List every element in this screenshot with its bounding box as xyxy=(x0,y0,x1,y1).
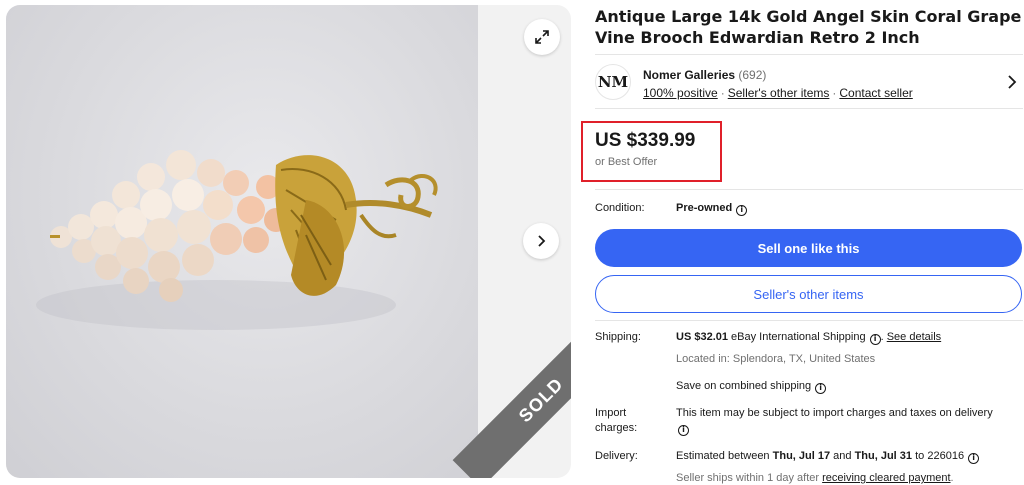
product-photo[interactable] xyxy=(6,5,478,478)
divider xyxy=(595,189,1023,190)
listing-title: Antique Large 14k Gold Angel Skin Coral … xyxy=(595,7,1022,47)
brooch-illustration xyxy=(36,150,438,330)
cleared-payment-link[interactable]: receiving cleared payment xyxy=(822,472,950,484)
seller-logo: NM xyxy=(595,64,631,100)
next-image-button[interactable] xyxy=(523,223,559,259)
chevron-right-icon xyxy=(538,235,546,247)
sell-one-like-this-button[interactable]: Sell one like this xyxy=(595,229,1022,267)
shipping-label: Shipping: xyxy=(595,331,641,343)
image-gallery: SOLD xyxy=(6,5,571,478)
condition-value: Pre-owned xyxy=(676,202,733,214)
contact-seller-link[interactable]: Contact seller xyxy=(839,86,912,100)
import-label: Import charges: xyxy=(595,407,638,434)
price: US $339.99 xyxy=(595,130,696,151)
svg-text:NM: NM xyxy=(598,73,628,91)
info-icon[interactable]: i xyxy=(678,424,689,436)
info-icon[interactable]: i xyxy=(968,452,980,464)
sellers-other-items-button[interactable]: Seller's other items xyxy=(595,275,1022,313)
info-icon[interactable]: i xyxy=(736,204,748,216)
delivery-estimate: Estimated between Thu, Jul 17 and Thu, J… xyxy=(676,449,980,464)
combined-shipping-text: Save on combined shipping xyxy=(676,380,812,392)
seller-other-items-link[interactable]: Seller's other items xyxy=(728,86,830,100)
listing-info: Antique Large 14k Gold Angel Skin Coral … xyxy=(595,6,1023,48)
seller-feedback-count: (692) xyxy=(738,68,767,82)
seller-card[interactable]: NM Nomer Galleries (692) 100% positive · S… xyxy=(595,55,1023,107)
import-text: This item may be subject to import charg… xyxy=(676,407,993,419)
info-icon[interactable]: i xyxy=(815,382,827,394)
shipping-service: eBay International Shipping xyxy=(731,331,866,343)
condition-value-line: Pre-owned i xyxy=(676,201,748,216)
expand-image-button[interactable] xyxy=(524,19,560,55)
seller-name-line: Nomer Galleries (692) xyxy=(643,68,766,82)
condition-label: Condition: xyxy=(595,202,645,214)
see-details-link[interactable]: See details xyxy=(887,331,941,343)
delivery-zip[interactable]: 226016 xyxy=(927,450,964,462)
shipping-cost: US $32.01 xyxy=(676,331,728,343)
divider xyxy=(595,108,1023,109)
seller-chevron-icon[interactable] xyxy=(1007,75,1017,94)
item-location: Located in: Splendora, TX, United States xyxy=(676,353,876,365)
divider xyxy=(595,320,1023,321)
handling-time: Seller ships within 1 day after receivin… xyxy=(676,472,954,484)
best-offer-text: or Best Offer xyxy=(595,156,658,168)
expand-icon xyxy=(535,30,549,44)
delivery-start-date: Thu, Jul 17 xyxy=(772,450,831,462)
delivery-end-date: Thu, Jul 31 xyxy=(854,450,913,462)
delivery-label: Delivery: xyxy=(595,450,638,462)
import-text-block: This item may be subject to import charg… xyxy=(676,406,1022,436)
info-icon[interactable]: i xyxy=(869,333,881,345)
seller-name[interactable]: Nomer Galleries xyxy=(643,68,735,82)
combined-shipping-line: Save on combined shipping i xyxy=(676,379,827,394)
seller-links: 100% positive · Seller's other items · Conta… xyxy=(643,86,913,100)
shipping-line: US $32.01 eBay International Shipping i. … xyxy=(676,331,942,345)
seller-positive-link[interactable]: 100% positive xyxy=(643,86,718,100)
